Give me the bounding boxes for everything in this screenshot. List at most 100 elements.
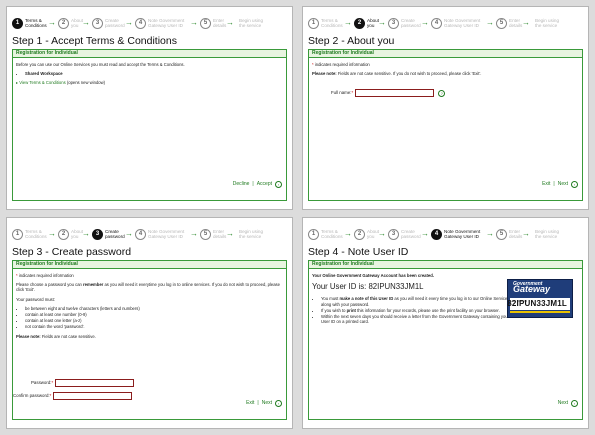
arrow-icon: → (486, 18, 494, 27)
step-label: Begin using the service (535, 18, 560, 29)
go-arrow-icon[interactable]: › (275, 400, 282, 407)
go-arrow-icon[interactable]: › (571, 400, 578, 407)
box-content: * indicates required information Please … (309, 58, 582, 192)
step-number: 5 (200, 18, 211, 29)
list-item: Shared Workspace (25, 71, 63, 77)
step-label: Terms & Conditions (25, 18, 47, 29)
page-title: Step 4 - Note User ID (308, 246, 409, 258)
go-arrow-icon[interactable]: › (275, 181, 282, 188)
registration-box: Registration for Individual Before you c… (12, 49, 287, 201)
required-marker: * (312, 62, 314, 67)
step-label: Begin using the service (239, 18, 264, 29)
help-icon[interactable]: ? (438, 89, 446, 97)
gateway-logo: Gateway (513, 284, 551, 294)
required-marker: * (49, 393, 52, 399)
step-number: 1 (308, 18, 319, 29)
box-title: Registration for Individual (309, 261, 582, 269)
arrow-icon: → (378, 229, 386, 238)
next-button[interactable]: Next (262, 400, 272, 406)
arrow-icon: → (522, 229, 530, 238)
intro-text-bold: remember (83, 282, 104, 288)
next-button[interactable]: Next (558, 181, 568, 187)
actions: Exit | Next › (246, 400, 282, 407)
required-note: indicates required information (18, 273, 74, 278)
terms-note: (opens new window) (66, 80, 106, 86)
step-label: Enter details (213, 18, 227, 29)
step-label: Note Government Gateway User ID (444, 18, 481, 29)
intro-text: Please choose a password you can remembe… (16, 282, 283, 292)
list-item: If you wish to print this information fo… (321, 308, 511, 313)
step-label: Create password (105, 229, 125, 240)
arrow-icon: → (226, 18, 234, 27)
required-marker: * (16, 273, 18, 278)
list-item: be between eight and twelve characters (… (25, 306, 283, 311)
step-label: Enter details (509, 18, 523, 29)
step-label: Create password (401, 229, 421, 240)
go-arrow-icon[interactable]: › (571, 181, 578, 188)
password-input[interactable] (55, 379, 135, 387)
box-content: Before you can use our Online Services y… (13, 58, 286, 192)
box-title: Registration for Individual (13, 50, 286, 58)
next-button[interactable]: Next (558, 400, 568, 406)
step-password: 3 Create password (92, 229, 125, 240)
step-begin: Begin using the service (237, 18, 263, 29)
arrow-icon: → (522, 18, 530, 27)
step-label: Enter details (509, 229, 523, 240)
password-label: Password: (31, 380, 52, 386)
arrow-icon: → (125, 229, 133, 238)
account-created-text: Your Online Government Gateway Account h… (312, 273, 434, 278)
confirm-password-label: Confirm password: (13, 393, 50, 399)
accept-button[interactable]: Accept (257, 181, 272, 187)
step-number: 4 (135, 229, 146, 240)
required-marker: * (351, 90, 354, 96)
page-title: Step 3 - Create password (12, 246, 132, 258)
box-content: Your Online Government Gateway Account h… (309, 269, 582, 411)
step-label: Create password (105, 18, 125, 29)
step-label: Terms & Conditions (25, 229, 47, 240)
arrow-icon: → (226, 229, 234, 238)
full-name-input[interactable] (355, 89, 435, 97)
panel-step-3: 1 Terms & Conditions → 2 About you → 3 Crea… (6, 217, 293, 429)
required-marker: * (51, 380, 54, 386)
step-password: 3 Create password (388, 229, 421, 240)
step-number: 4 (431, 18, 442, 29)
step-details: 5 Enter details (200, 229, 226, 240)
step-begin: Begin using the service (533, 229, 559, 240)
please-note-text: Fields are not case sensitive. (41, 333, 96, 339)
step-number: 5 (496, 18, 507, 29)
please-note-text: Fields are not case sensitive. If you do… (337, 71, 482, 77)
step-about: 2 About you (58, 229, 83, 240)
registration-box: Registration for Individual * indicates … (308, 49, 583, 201)
step-number: 4 (135, 18, 146, 29)
separator: | (257, 399, 259, 406)
page-title: Step 1 - Accept Terms & Conditions (12, 35, 177, 47)
box-title: Registration for Individual (309, 50, 582, 58)
step-number: 1 (12, 229, 23, 240)
step-details: 5 Enter details (496, 18, 522, 29)
exit-button[interactable]: Exit (246, 400, 254, 406)
step-label: Note Government Gateway User ID (148, 229, 185, 240)
step-label: Begin using the service (239, 229, 264, 240)
step-terms: 1 Terms & Conditions (308, 18, 343, 29)
note-text-a: If you wish to (321, 307, 347, 313)
registration-box: Registration for Individual Your Online … (308, 260, 583, 420)
step-label: Begin using the service (535, 229, 560, 240)
arrow-icon: → (344, 229, 352, 238)
step-number: 3 (388, 18, 399, 29)
actions: Next › (558, 400, 578, 407)
intro-text: Before you can use our Online Services y… (16, 62, 185, 67)
step-label: Note Government Gateway User ID (148, 18, 185, 29)
list-item: contain at least one letter (a-z) (25, 318, 283, 323)
step-number: 2 (58, 229, 69, 240)
exit-button[interactable]: Exit (542, 181, 550, 187)
terms-link[interactable]: View Terms & Conditions (19, 80, 65, 85)
arrow-icon: → (48, 18, 56, 27)
page-title: Step 2 - About you (308, 35, 395, 47)
confirm-password-input[interactable] (53, 392, 133, 400)
decline-button[interactable]: Decline (233, 181, 250, 187)
separator: | (252, 180, 254, 187)
step-label: Enter details (213, 229, 227, 240)
step-label: Note Government Gateway User ID (444, 229, 481, 240)
panel-step-4: 1 Terms & Conditions → 2 About you → 3 Crea… (302, 217, 589, 429)
step-number: 5 (496, 229, 507, 240)
